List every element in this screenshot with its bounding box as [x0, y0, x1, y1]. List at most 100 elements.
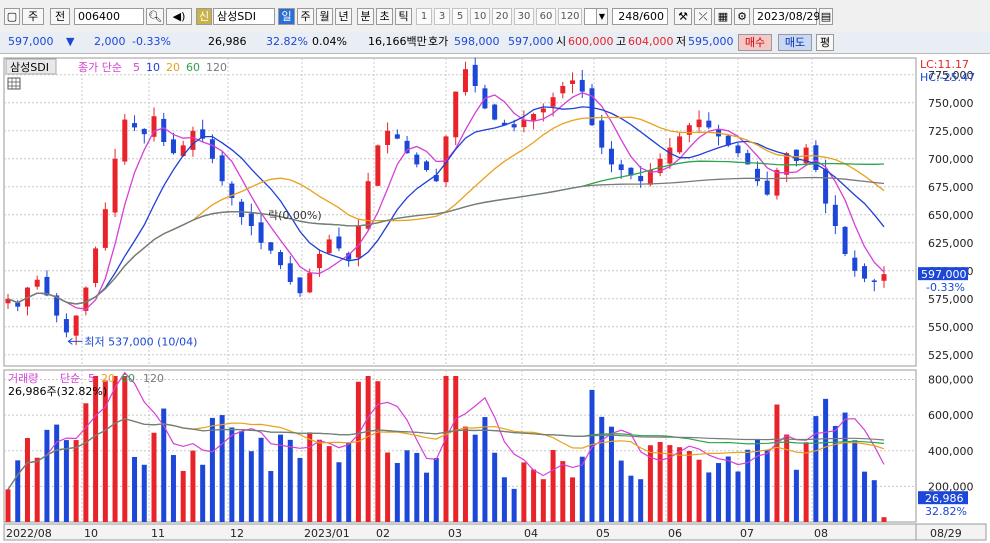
interval-30[interactable]: 30	[514, 8, 534, 25]
tab-year[interactable]: 년	[335, 8, 352, 25]
lc-marker: LC:11.17	[920, 58, 969, 71]
candle	[141, 128, 147, 135]
volume-bar	[44, 429, 50, 522]
crosshair-icon[interactable]: ⤫	[694, 8, 712, 25]
candle	[268, 242, 274, 251]
x-tick-label: 12	[230, 527, 244, 540]
volume-bar	[54, 424, 60, 522]
legend-ma-120: 120	[206, 61, 227, 74]
candle	[492, 104, 498, 120]
legend-ma-5: 5	[133, 61, 140, 74]
volume-bar	[443, 376, 449, 522]
window-icon[interactable]: ▢	[4, 8, 20, 25]
candle	[881, 274, 887, 281]
volume-legend-ma-label: 단순	[60, 372, 80, 385]
volume-bar	[628, 475, 634, 522]
prev-button[interactable]: 전	[50, 8, 70, 25]
period-select[interactable]: 주	[22, 8, 44, 25]
volume-bar	[112, 376, 118, 522]
y-tick-label: 675,000	[928, 181, 974, 194]
volume-bar	[268, 471, 274, 522]
calendar-icon[interactable]: ▤	[819, 8, 833, 25]
price-pane[interactable]	[3, 57, 917, 367]
candle	[34, 279, 40, 287]
interval-20[interactable]: 20	[492, 8, 512, 25]
candle	[589, 88, 595, 126]
volume-legend-ma-5: 5	[88, 372, 95, 385]
stock-chart[interactable]: 525,000 550,000 575,000 600,000 625,000 650,0…	[0, 54, 990, 543]
stock-code-input[interactable]: 006400	[74, 8, 144, 25]
candle	[248, 213, 254, 226]
tools-icon[interactable]: ⚒	[674, 8, 692, 25]
volume-bar	[531, 469, 537, 522]
volume-bar	[677, 447, 683, 522]
search-icon[interactable]: 🔍︎	[146, 8, 164, 25]
credit-badge[interactable]: 신	[196, 8, 212, 25]
interval-60[interactable]: 60	[536, 8, 556, 25]
tab-minute[interactable]: 분	[357, 8, 374, 25]
grid-icon[interactable]: ▦	[714, 8, 732, 25]
table-icon[interactable]	[7, 77, 21, 90]
candle	[287, 263, 293, 282]
candle	[394, 134, 400, 139]
candle	[862, 266, 868, 279]
tab-month[interactable]: 월	[316, 8, 333, 25]
candle	[102, 209, 108, 248]
x-tick-label: 06	[668, 527, 682, 540]
interval-3[interactable]: 3	[434, 8, 450, 25]
chevron-down-icon[interactable]: ▼	[596, 8, 608, 25]
buy-button[interactable]: 매수	[738, 34, 772, 51]
candle	[540, 108, 546, 113]
low-label: 저	[676, 35, 687, 48]
interval-5[interactable]: 5	[452, 8, 468, 25]
y-tick-label: 575,000	[928, 293, 974, 306]
date-field[interactable]: 2023/08/29	[753, 8, 820, 25]
open-label: 시	[556, 35, 567, 48]
candle	[735, 145, 741, 154]
tab-second[interactable]: 초	[376, 8, 393, 25]
ex-rights-annotation: 락(0.00%)	[268, 209, 322, 222]
candle	[599, 120, 605, 148]
x-tick-label: 05	[596, 527, 610, 540]
speaker-icon[interactable]: ◀)	[166, 8, 192, 25]
gear-icon[interactable]: ⚙	[734, 8, 750, 25]
count-value: 248	[618, 10, 640, 23]
volume-bar	[170, 455, 176, 522]
trade-amount: 16,166백만	[368, 35, 427, 48]
candle	[531, 114, 537, 121]
tab-week[interactable]: 주	[297, 8, 314, 25]
volume-bar	[132, 456, 138, 522]
candle	[258, 222, 264, 243]
volume-bar	[618, 460, 624, 522]
volume-bar	[550, 450, 556, 522]
volume-value: 26,986	[208, 35, 247, 48]
volume-legend-value: 26,986주(32.82%)	[8, 385, 107, 398]
volume-legend-ma-60: 60	[121, 372, 135, 385]
volume-bar	[200, 464, 206, 522]
count-field[interactable]: 248/600	[612, 8, 668, 25]
low-price: 595,000	[688, 35, 734, 48]
low-annotation: 최저 537,000 (10/04)	[84, 335, 197, 348]
bid-label: 호가	[428, 35, 449, 48]
candle	[667, 147, 673, 164]
stock-name-field[interactable]: 삼성SDI	[213, 8, 275, 25]
candle	[112, 158, 118, 213]
volume-legend-label: 거래량	[8, 372, 38, 385]
interval-1[interactable]: 1	[416, 8, 432, 25]
candle	[170, 139, 176, 154]
volume-bar	[258, 437, 264, 522]
volume-bar	[599, 416, 605, 522]
tab-day[interactable]: 일	[278, 8, 295, 25]
volume-bar	[560, 461, 566, 522]
eval-button[interactable]: 평	[816, 34, 834, 51]
sell-button[interactable]: 매도	[778, 34, 812, 51]
candle	[122, 119, 128, 162]
candle	[239, 201, 245, 218]
interval-120[interactable]: 120	[558, 8, 582, 25]
tab-tick[interactable]: 틱	[395, 8, 412, 25]
candle	[316, 254, 322, 269]
volume-bar	[453, 376, 459, 522]
volume-bar	[462, 426, 468, 522]
interval-10[interactable]: 10	[470, 8, 490, 25]
volume-legend-ma-120: 120	[143, 372, 164, 385]
